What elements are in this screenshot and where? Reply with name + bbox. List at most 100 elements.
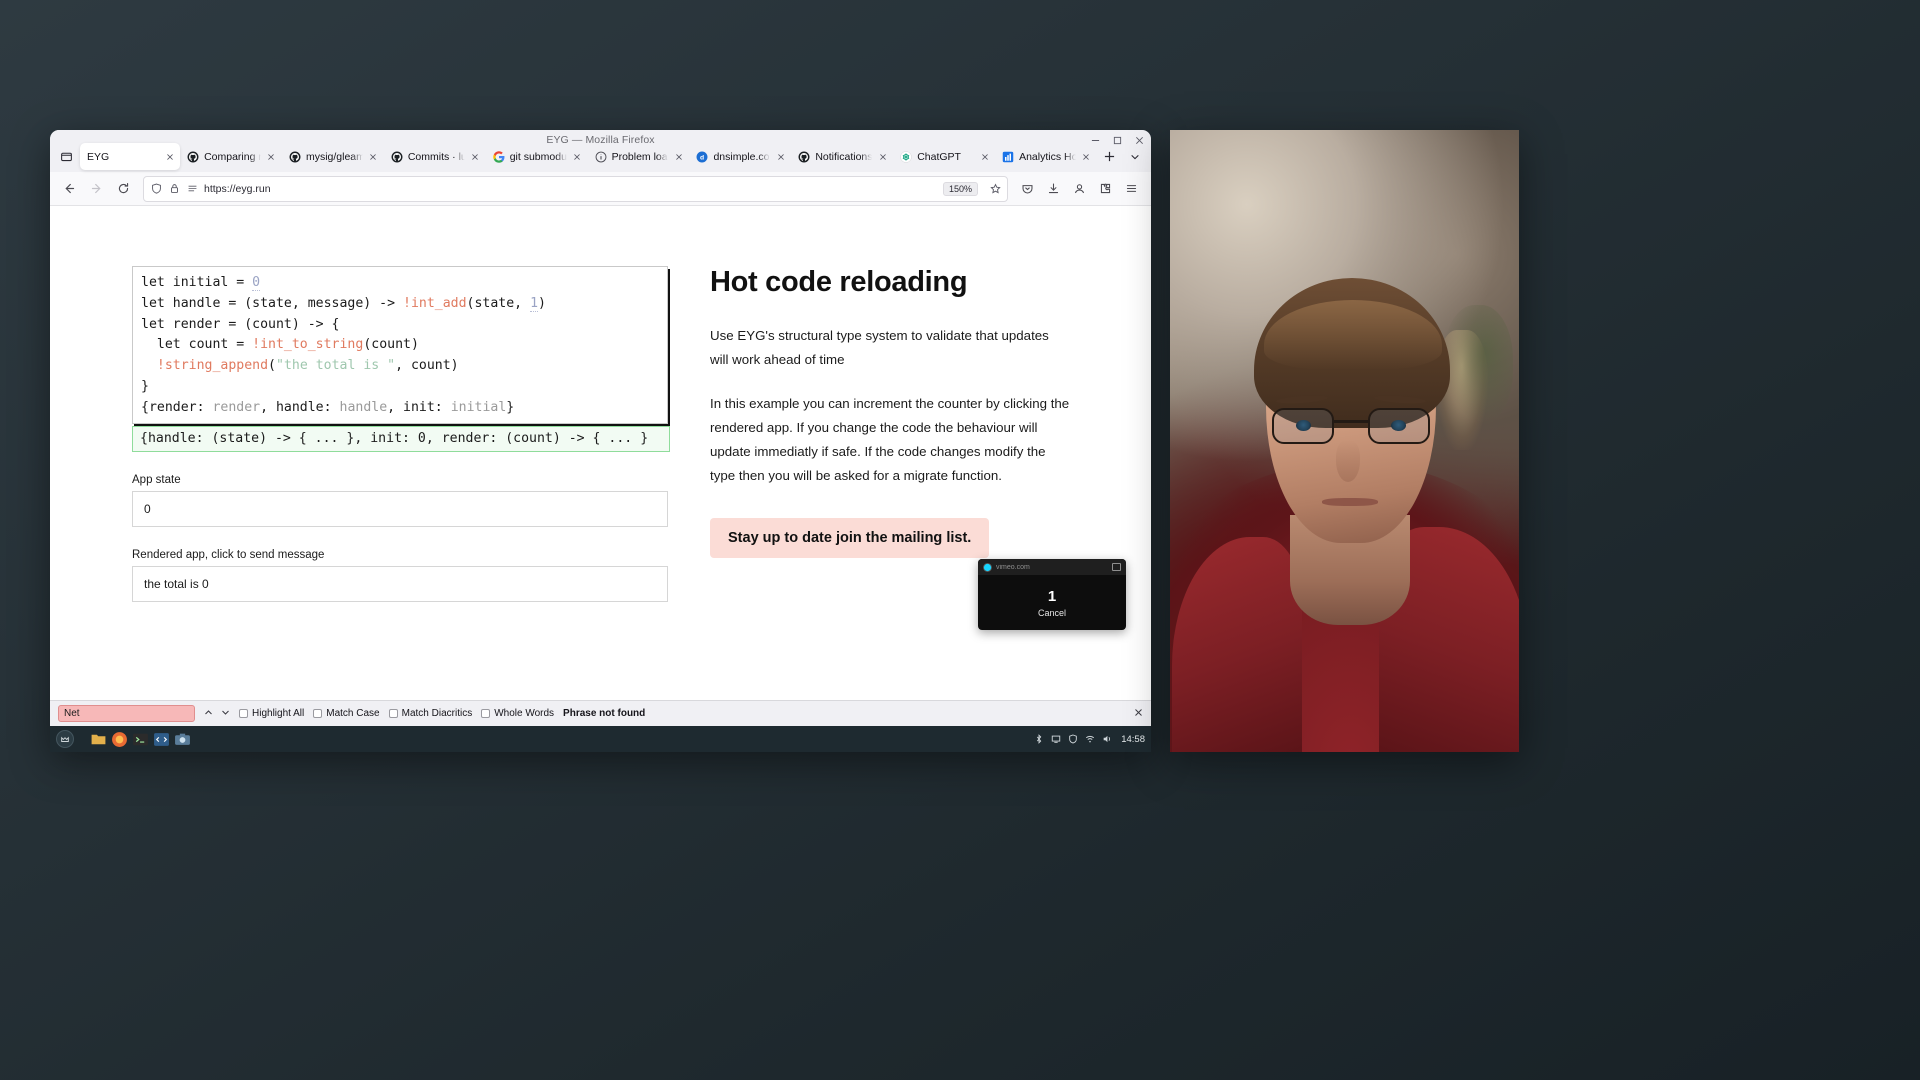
tab-close-icon[interactable] bbox=[775, 151, 786, 162]
reader-view-icon[interactable] bbox=[186, 183, 198, 195]
rendered-app-output[interactable]: the total is 0 bbox=[132, 565, 668, 602]
url-bar[interactable]: https://eyg.run 150% bbox=[143, 175, 1008, 202]
minimize-icon[interactable] bbox=[1090, 135, 1101, 146]
account-icon[interactable] bbox=[1067, 176, 1092, 201]
code-token: {render: bbox=[141, 399, 213, 415]
pocket-icon[interactable] bbox=[1015, 176, 1040, 201]
highlight-all-checkbox[interactable]: Highlight All bbox=[239, 708, 304, 719]
window-controls bbox=[1090, 135, 1145, 146]
picture-in-picture-icon[interactable] bbox=[1112, 563, 1121, 571]
files-app[interactable] bbox=[90, 731, 107, 748]
vimeo-player-header: vimeo.com bbox=[978, 559, 1126, 575]
lock-icon[interactable] bbox=[168, 183, 180, 195]
new-tab-button[interactable] bbox=[1097, 144, 1123, 170]
checkbox-box[interactable] bbox=[481, 709, 491, 718]
match-case-checkbox[interactable]: Match Case bbox=[313, 708, 380, 719]
code-line[interactable]: let render = (count) -> { bbox=[141, 315, 667, 336]
browser-tab[interactable]: Analytics Home bbox=[995, 143, 1097, 170]
tab-close-icon[interactable] bbox=[877, 151, 888, 162]
chevron-down-icon[interactable] bbox=[221, 708, 230, 720]
code-token: 0 bbox=[252, 275, 261, 291]
mailing-list-button[interactable]: Stay up to date join the mailing list. bbox=[710, 518, 990, 558]
shield-icon[interactable] bbox=[1068, 734, 1078, 744]
find-input[interactable]: Net bbox=[58, 705, 195, 722]
checkbox-box[interactable] bbox=[313, 709, 323, 718]
vimeo-player-body: 1 Cancel bbox=[978, 575, 1126, 630]
network-icon[interactable] bbox=[1085, 734, 1095, 744]
info-column: Hot code reloading Use EYG's structural … bbox=[670, 266, 1090, 602]
tab-close-icon[interactable] bbox=[979, 151, 990, 162]
code-token: (state, bbox=[466, 295, 531, 311]
terminal-app[interactable] bbox=[132, 731, 149, 748]
code-line[interactable]: let initial = 0 bbox=[141, 273, 667, 294]
tab-label: Commits · lustre-lab bbox=[407, 150, 465, 163]
browser-tab[interactable]: Problem loading pa bbox=[588, 143, 690, 170]
terminal-icon bbox=[132, 731, 149, 748]
bluetooth-icon[interactable] bbox=[1034, 734, 1044, 744]
whole-words-checkbox[interactable]: Whole Words bbox=[481, 708, 554, 719]
code-token: initial bbox=[450, 399, 507, 415]
star-icon[interactable] bbox=[989, 183, 1001, 195]
hamburger-menu-icon[interactable] bbox=[1119, 176, 1144, 201]
tab-close-icon[interactable] bbox=[673, 151, 684, 162]
match-diacritics-checkbox[interactable]: Match Diacritics bbox=[388, 708, 472, 719]
code-line[interactable]: } bbox=[141, 377, 667, 398]
github-favicon-icon bbox=[187, 151, 199, 163]
browser-tab[interactable]: mysig/gleam.toml a bbox=[282, 143, 384, 170]
editor-app[interactable] bbox=[153, 731, 170, 748]
tab-close-icon[interactable] bbox=[470, 151, 481, 162]
checkbox-box[interactable] bbox=[388, 709, 398, 718]
code-editor-source[interactable]: let initial = 0 let handle = (state, mess… bbox=[133, 267, 667, 423]
navigation-toolbar: https://eyg.run 150% bbox=[50, 172, 1151, 206]
tab-close-icon[interactable] bbox=[164, 151, 175, 162]
code-line[interactable]: let count = !int_to_string(count) bbox=[141, 335, 667, 356]
browser-tab[interactable]: Comparing main...h bbox=[180, 143, 282, 170]
code-editor[interactable]: let initial = 0 let handle = (state, mess… bbox=[132, 266, 668, 424]
reload-button[interactable] bbox=[111, 176, 136, 201]
highlight-all-label: Highlight All bbox=[252, 708, 305, 719]
code-line[interactable]: {render: render, handle: handle, init: i… bbox=[141, 398, 667, 419]
firefox-app[interactable] bbox=[111, 731, 128, 748]
display-icon[interactable] bbox=[1051, 734, 1061, 744]
maximize-icon[interactable] bbox=[1112, 135, 1123, 146]
tab-label: git submodule is m bbox=[509, 150, 567, 163]
tab-close-icon[interactable] bbox=[266, 151, 277, 162]
vimeo-cancel-button[interactable]: Cancel bbox=[1038, 608, 1066, 618]
tab-overflow-menu-icon[interactable] bbox=[1123, 144, 1147, 170]
taskbar: 14:58 bbox=[50, 726, 1151, 752]
list-all-tabs-icon[interactable] bbox=[54, 144, 78, 170]
openai-favicon-icon bbox=[900, 150, 912, 163]
browser-tab[interactable]: ChatGPT bbox=[893, 143, 995, 170]
checkbox-box[interactable] bbox=[239, 709, 248, 718]
vimeo-count: 1 bbox=[1047, 587, 1057, 605]
linux-mint-menu-icon[interactable] bbox=[56, 730, 74, 748]
browser-tab[interactable]: Notifications bbox=[791, 143, 893, 170]
browser-tab[interactable]: EYG bbox=[80, 143, 181, 170]
volume-icon[interactable] bbox=[1102, 734, 1112, 744]
browser-tab[interactable]: d dnsimple.com/oaut bbox=[689, 143, 791, 170]
browser-tab[interactable]: git submodule is m bbox=[486, 143, 588, 170]
find-close-button[interactable] bbox=[1134, 708, 1143, 720]
folder-icon bbox=[90, 731, 107, 748]
code-line[interactable]: let handle = (state, message) -> !int_ad… bbox=[141, 294, 667, 315]
zoom-level-badge[interactable]: 150% bbox=[942, 181, 978, 196]
extensions-icon[interactable] bbox=[1093, 176, 1118, 201]
svg-text:d: d bbox=[700, 154, 704, 161]
tab-close-icon[interactable] bbox=[572, 151, 583, 162]
chevron-up-icon[interactable] bbox=[204, 708, 213, 720]
forward-button[interactable] bbox=[84, 176, 109, 201]
download-icon[interactable] bbox=[1041, 176, 1066, 201]
shield-icon[interactable] bbox=[150, 183, 162, 195]
code-editor-icon bbox=[153, 731, 170, 748]
vimeo-title: vimeo.com bbox=[996, 563, 1030, 571]
tab-close-icon[interactable] bbox=[368, 151, 379, 162]
screenshot-app[interactable] bbox=[174, 731, 191, 748]
close-icon[interactable] bbox=[1134, 135, 1145, 146]
vimeo-mini-player[interactable]: vimeo.com 1 Cancel bbox=[978, 559, 1126, 630]
back-button[interactable] bbox=[57, 176, 82, 201]
code-line[interactable]: !string_append("the total is ", count) bbox=[141, 356, 667, 377]
browser-tab[interactable]: Commits · lustre-lab bbox=[384, 143, 486, 170]
find-navigation bbox=[204, 708, 230, 720]
tab-close-icon[interactable] bbox=[1081, 151, 1092, 162]
